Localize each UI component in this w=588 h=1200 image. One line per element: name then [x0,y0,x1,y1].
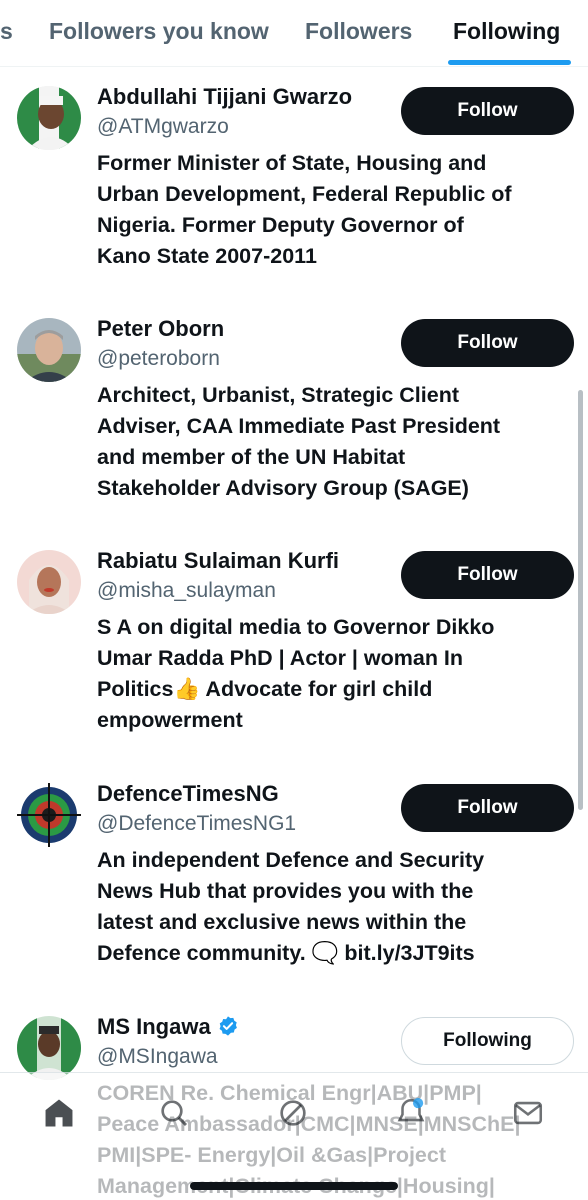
user-name[interactable]: Abdullahi Tijjani Gwarzo [97,84,352,110]
user-handle[interactable]: @peteroborn [97,347,220,371]
avatar[interactable] [17,318,81,382]
messages-icon[interactable] [508,1093,548,1133]
home-icon[interactable] [39,1093,79,1133]
user-name[interactable]: Peter Oborn [97,316,224,342]
user-handle[interactable]: @MSIngawa [97,1045,218,1069]
user-name[interactable]: DefenceTimesNG [97,781,279,807]
user-bio: S A on digital media to Governor Dikko U… [97,615,495,732]
avatar[interactable] [17,550,81,614]
following-button[interactable]: Following [401,1017,574,1065]
follow-button[interactable]: Follow [401,319,574,367]
avatar[interactable] [17,1016,81,1080]
home-indicator [190,1182,398,1190]
user-name[interactable]: MS Ingawa [97,1014,239,1040]
user-bio: An independent Defence and Security News… [97,848,485,965]
scrollbar[interactable] [578,390,583,810]
verified-badge-icon [219,1016,237,1036]
follow-button[interactable]: Follow [401,87,574,135]
grok-icon[interactable] [273,1093,313,1133]
tab-followers-you-know[interactable]: Followers you know [49,18,269,45]
user-handle[interactable]: @DefenceTimesNG1 [97,812,296,836]
follow-button[interactable]: Follow [401,784,574,832]
user-name[interactable]: Rabiatu Sulaiman Kurfi [97,548,339,574]
user-handle[interactable]: @ATMgwarzo [97,115,229,139]
notifications-icon[interactable] [391,1093,431,1133]
avatar[interactable] [17,783,81,847]
avatar[interactable] [17,86,81,150]
user-bio: Architect, Urbanist, Strategic Client Ad… [97,383,501,500]
search-icon[interactable] [154,1093,194,1133]
tab-partial[interactable]: s [0,18,13,45]
follow-button[interactable]: Follow [401,551,574,599]
user-bio: Former Minister of State, Housing and Ur… [97,151,512,268]
tab-bar: s Followers you know Followers Following [0,0,588,67]
active-tab-indicator [448,60,571,65]
bottom-nav [0,1072,588,1200]
user-handle[interactable]: @misha_sulayman [97,579,276,603]
tab-followers[interactable]: Followers [305,18,412,45]
tab-following[interactable]: Following [453,18,560,45]
